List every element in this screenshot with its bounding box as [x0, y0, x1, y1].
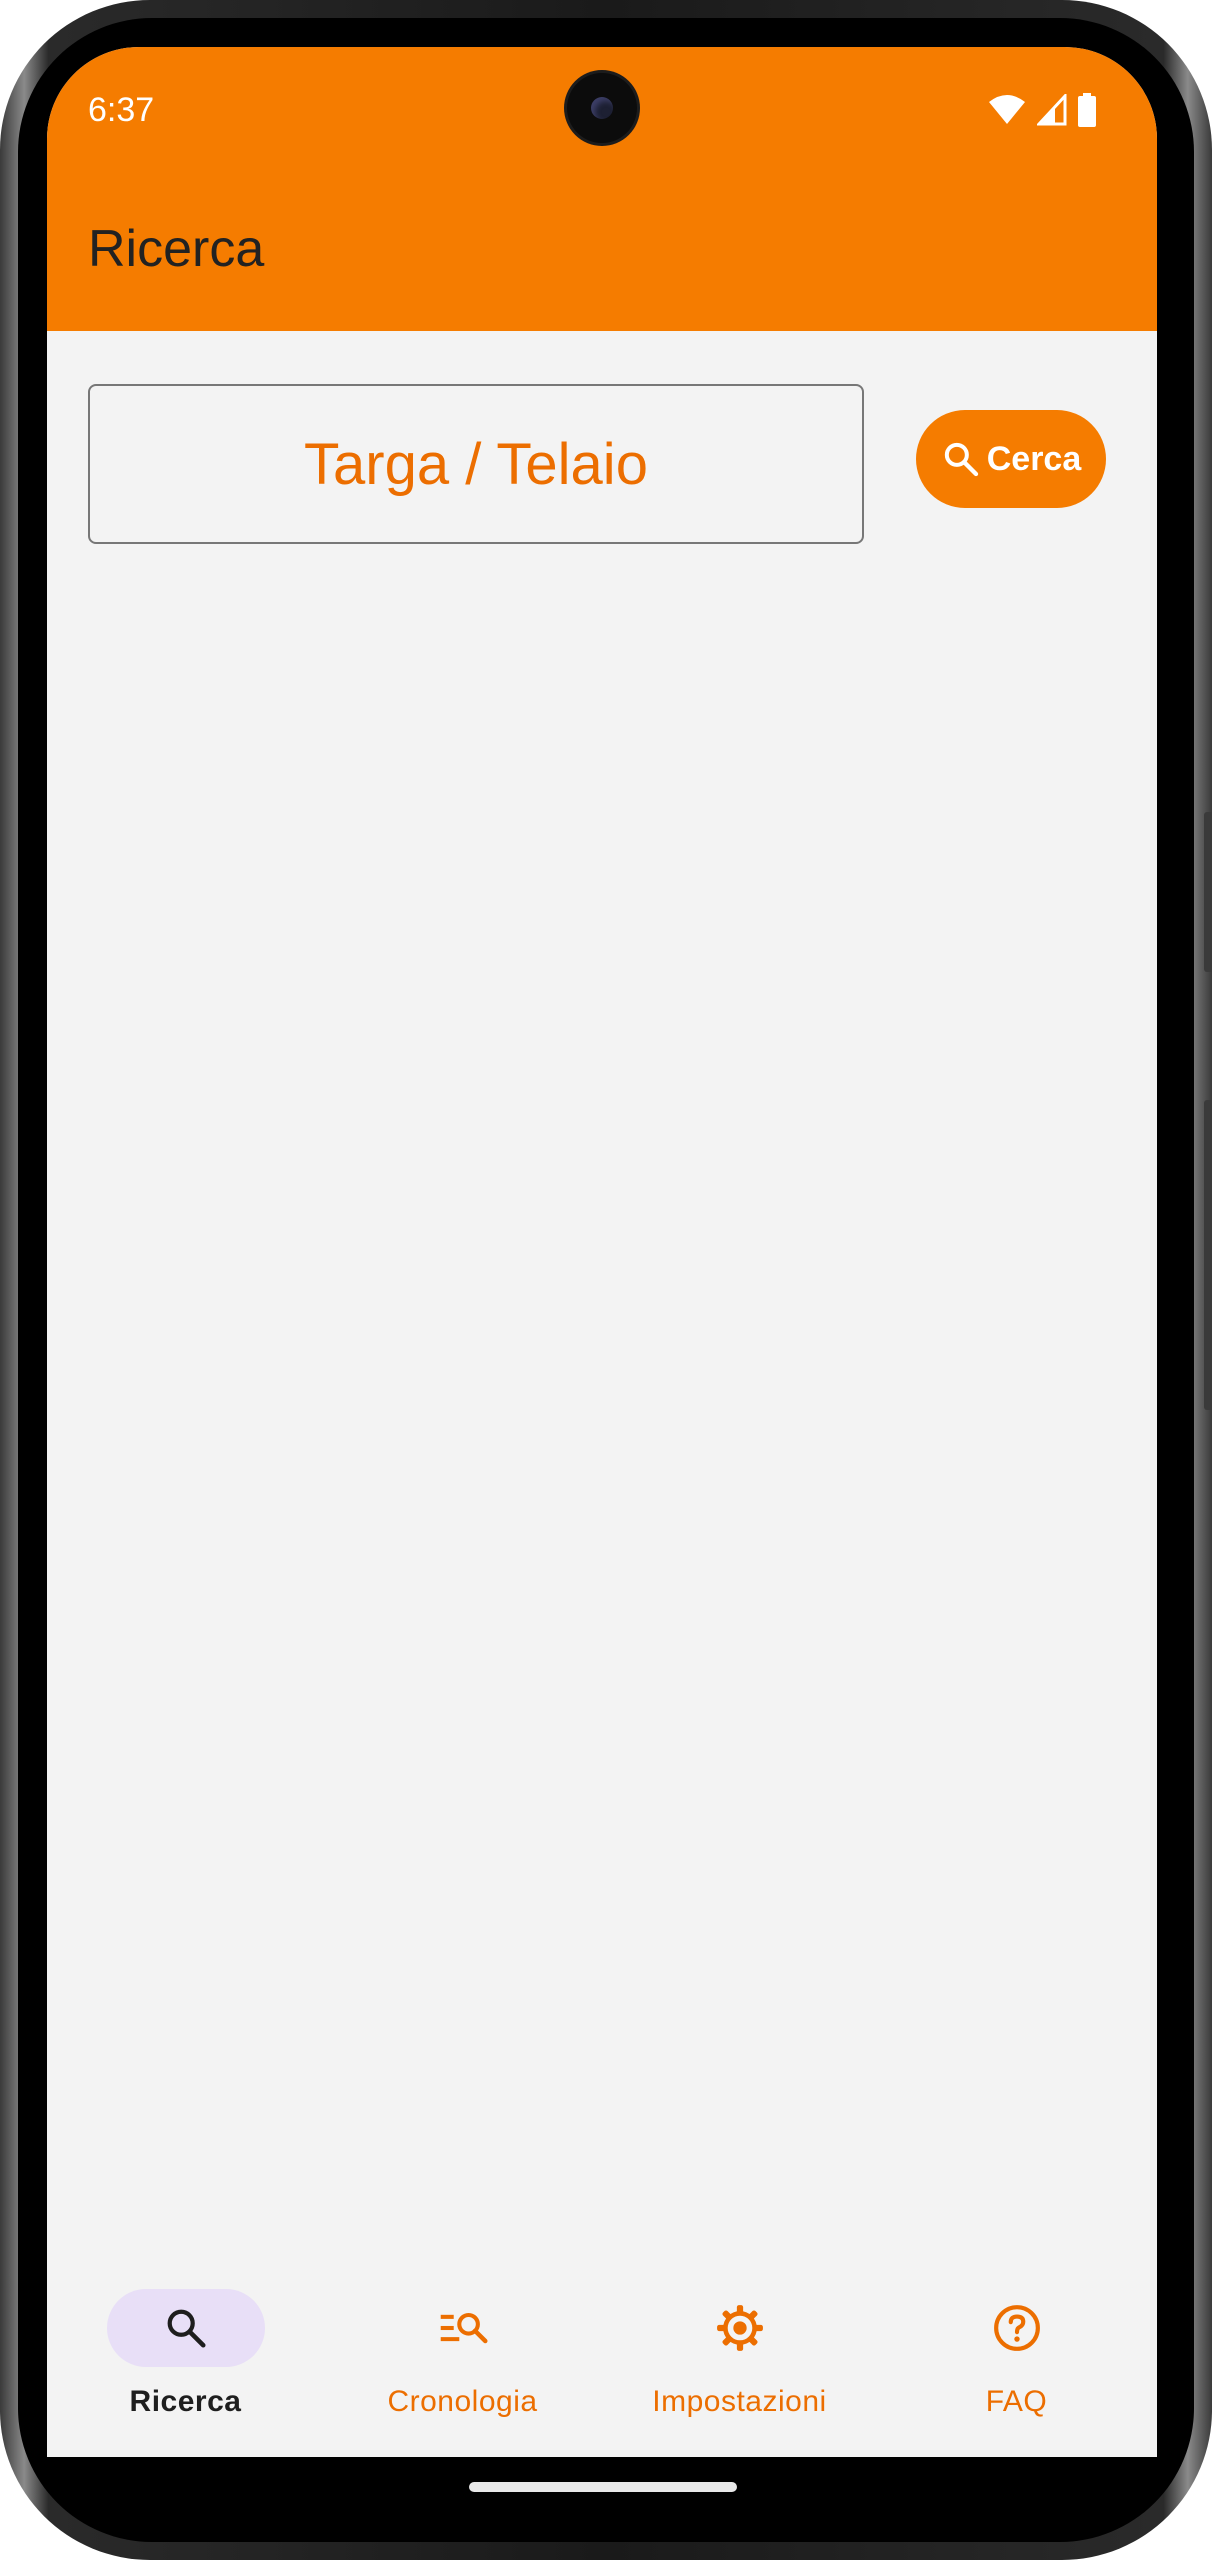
nav-label-ricerca: Ricerca	[129, 2385, 242, 2418]
page-title: Ricerca	[88, 220, 265, 278]
nav-active-indicator	[107, 2289, 265, 2367]
bottom-navigation: Ricerca Cronologia Impostazioni FAQ	[47, 2267, 1157, 2457]
signal-icon	[1037, 94, 1067, 126]
nav-item-cronologia[interactable]: Cronologia	[324, 2267, 601, 2457]
status-icons	[987, 93, 1097, 127]
battery-icon	[1078, 93, 1096, 127]
plate-vin-input[interactable]: Targa / Telaio	[88, 384, 864, 544]
search-icon	[944, 442, 978, 477]
nav-label-cronologia: Cronologia	[387, 2385, 538, 2418]
app-bar: 6:37 Ricerca	[47, 47, 1157, 331]
screen: 6:37 Ricerca Targa / Telaio Cerca Ricerc…	[47, 47, 1157, 2457]
search-icon	[167, 2309, 206, 2348]
nav-icon-wrap	[938, 2289, 1096, 2367]
nav-icon-wrap	[384, 2289, 542, 2367]
search-button[interactable]: Cerca	[916, 410, 1106, 508]
plate-vin-placeholder: Targa / Telaio	[304, 431, 648, 497]
phone-frame: 6:37 Ricerca Targa / Telaio Cerca Ricerc…	[0, 0, 1212, 2560]
nav-label-impostazioni: Impostazioni	[652, 2385, 827, 2418]
wifi-icon	[989, 95, 1025, 124]
nav-item-ricerca[interactable]: Ricerca	[47, 2267, 324, 2457]
nav-item-faq[interactable]: FAQ	[878, 2267, 1155, 2457]
search-button-label: Cerca	[986, 439, 1082, 478]
nav-icon-wrap	[661, 2289, 819, 2367]
volume-button	[1204, 812, 1212, 972]
help-circle-icon	[994, 2305, 1040, 2351]
home-indicator[interactable]	[469, 2482, 737, 2492]
gear-icon	[717, 2305, 763, 2351]
nav-item-impostazioni[interactable]: Impostazioni	[601, 2267, 878, 2457]
status-time: 6:37	[88, 91, 155, 129]
history-search-icon	[440, 2312, 488, 2344]
power-button	[1204, 1100, 1212, 1410]
front-camera	[567, 73, 637, 143]
nav-label-faq: FAQ	[985, 2385, 1048, 2418]
